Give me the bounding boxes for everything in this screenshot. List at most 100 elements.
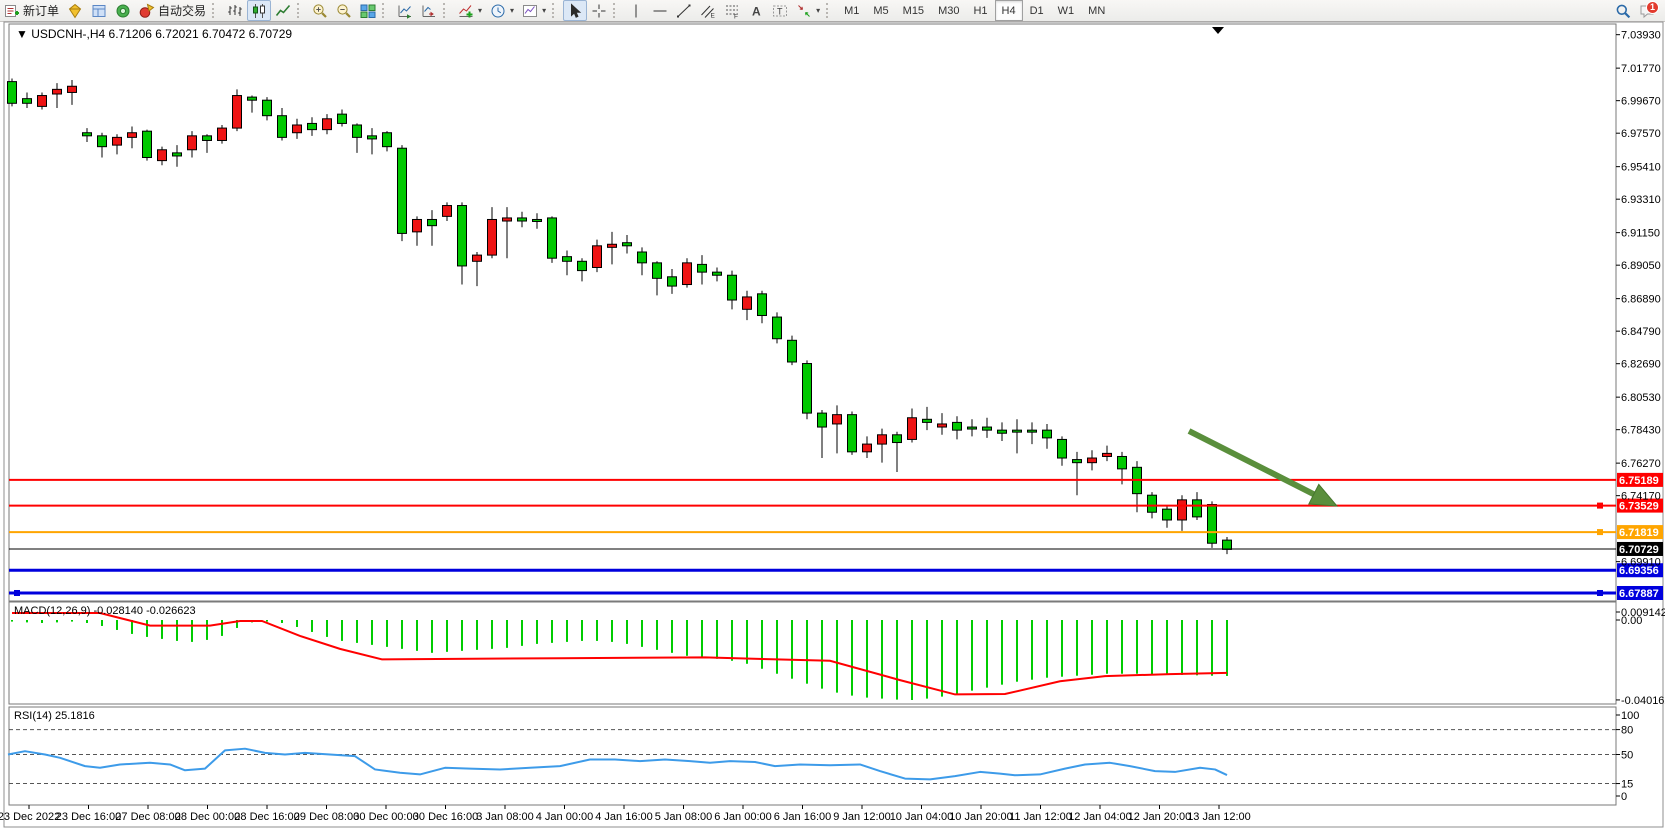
candle-body <box>1163 509 1172 520</box>
price-axis-label: 6.99670 <box>1621 96 1661 108</box>
candle-body <box>593 246 602 268</box>
candle-body <box>563 257 572 262</box>
candle-body <box>923 419 932 422</box>
candle-body <box>1088 458 1097 463</box>
price-badge-label: 6.71819 <box>1619 527 1659 539</box>
candle-body <box>38 96 47 107</box>
chart-window[interactable]: 6.751896.735296.718196.707296.693566.678… <box>0 0 1665 829</box>
candle-body <box>278 116 287 138</box>
price-axis-label: 6.91150 <box>1621 228 1660 240</box>
candle-body <box>83 133 92 136</box>
candle-body <box>1043 430 1052 438</box>
candle-body <box>908 418 917 440</box>
time-axis-label: 4 Jan 00:00 <box>536 811 594 823</box>
price-axis-label: 6.89050 <box>1621 260 1661 272</box>
candle-body <box>68 86 77 92</box>
time-axis-label: 6 Jan 16:00 <box>774 811 832 823</box>
time-axis-label: 10 Jan 20:00 <box>949 811 1013 823</box>
candle-body <box>578 261 587 270</box>
line-handle[interactable] <box>14 590 20 596</box>
chart-title: ▼ USDCNH-,H4 6.71206 6.72021 6.70472 6.7… <box>16 27 292 41</box>
candle-body <box>488 219 497 255</box>
rsi-axis-label: 100 <box>1621 710 1639 722</box>
candle-body <box>128 133 137 138</box>
candle-body <box>788 340 797 362</box>
line-handle[interactable] <box>1597 503 1603 509</box>
rsi-axis-label: 50 <box>1621 750 1633 762</box>
time-axis-label: 30 Dec 16:00 <box>413 811 478 823</box>
candle-body <box>638 252 647 263</box>
candle-body <box>428 219 437 225</box>
candle-body <box>458 206 467 266</box>
price-axis-label: 6.80530 <box>1621 392 1661 404</box>
candle-body <box>608 244 617 247</box>
price-axis-label: 6.76270 <box>1621 458 1661 470</box>
candle-body <box>533 219 542 221</box>
candle-body <box>893 435 902 443</box>
time-axis-label: 27 Dec 08:00 <box>115 811 180 823</box>
line-handle[interactable] <box>1597 590 1603 596</box>
time-axis-label: 10 Jan 04:00 <box>890 811 954 823</box>
candle-body <box>1073 460 1082 463</box>
candle-body <box>473 255 482 261</box>
candle-body <box>353 125 362 137</box>
time-axis-label: 28 Dec 00:00 <box>175 811 240 823</box>
rsi-pane[interactable] <box>9 707 1616 805</box>
time-axis-label: 4 Jan 16:00 <box>595 811 653 823</box>
candle-body <box>413 219 422 231</box>
candle-body <box>833 415 842 424</box>
candle-body <box>8 82 17 104</box>
rsi-axis-label: 80 <box>1621 725 1633 737</box>
candle-body <box>968 427 977 429</box>
candle-body <box>758 294 767 316</box>
price-axis-label: 7.03930 <box>1621 30 1661 42</box>
price-axis-label: 6.86890 <box>1621 294 1661 306</box>
rsi-axis-label: 15 <box>1621 779 1633 791</box>
time-axis-label: 3 Jan 08:00 <box>476 811 534 823</box>
candle-body <box>503 218 512 221</box>
candle-body <box>548 218 557 258</box>
main-price-pane[interactable] <box>9 24 1616 601</box>
candle-body <box>233 96 242 129</box>
candle-body <box>518 218 527 221</box>
candle-body <box>653 263 662 278</box>
candle-body <box>623 243 632 246</box>
price-axis-label: 6.95410 <box>1621 162 1661 174</box>
candle-body <box>773 317 782 339</box>
time-axis-label: 30 Dec 00:00 <box>353 811 418 823</box>
time-axis-label: 28 Dec 16:00 <box>234 811 299 823</box>
candle-body <box>863 444 872 452</box>
candle-body <box>98 136 107 147</box>
candle-body <box>188 136 197 150</box>
candle-body <box>953 422 962 430</box>
time-axis-label: 29 Dec 08:00 <box>294 811 359 823</box>
candle-body <box>1223 540 1232 549</box>
candle-body <box>983 427 992 430</box>
price-axis-label: 7.01770 <box>1621 63 1661 75</box>
candle-body <box>53 89 62 94</box>
candle-body <box>173 153 182 156</box>
macd-axis-label: 0.00 <box>1621 615 1642 627</box>
candle-body <box>698 264 707 272</box>
candle-body <box>368 136 377 139</box>
candle-body <box>263 100 272 115</box>
candle-body <box>113 137 122 145</box>
rsi-label: RSI(14) 25.1816 <box>14 710 95 722</box>
candle-body <box>713 272 722 275</box>
macd-pane[interactable] <box>9 602 1616 704</box>
time-axis-label: 23 Dec 16:00 <box>56 811 121 823</box>
price-axis-label: 6.97570 <box>1621 128 1661 140</box>
candle-body <box>203 136 212 141</box>
candle-body <box>1028 430 1037 432</box>
candle-body <box>158 150 167 161</box>
rsi-axis-label: 0 <box>1621 791 1627 803</box>
candle-body <box>443 206 452 217</box>
price-axis-label: 6.93310 <box>1621 194 1661 206</box>
time-axis-label: 11 Jan 12:00 <box>1009 811 1072 823</box>
candle-body <box>878 435 887 444</box>
line-handle[interactable] <box>1597 529 1603 535</box>
candle-body <box>23 99 32 104</box>
price-axis-label: 6.84790 <box>1621 326 1661 338</box>
candle-body <box>1013 430 1022 432</box>
candle-body <box>938 424 947 427</box>
